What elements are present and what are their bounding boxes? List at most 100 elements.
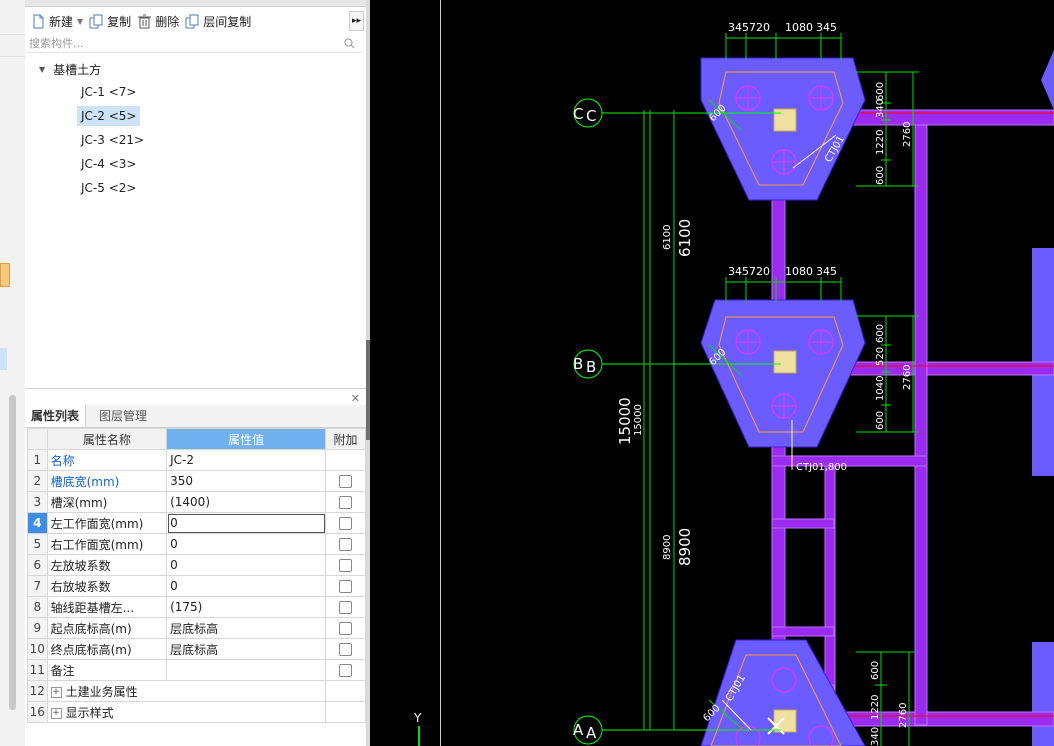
prop-extra [325, 533, 366, 555]
header-value: 属性值 [166, 428, 327, 450]
expand-plus-icon[interactable]: + [50, 686, 62, 698]
table-row[interactable]: 2 槽底宽(mm) 350 [27, 470, 366, 492]
extra-checkbox[interactable] [339, 622, 353, 635]
beam-col-2[interactable] [914, 124, 928, 726]
search-icon[interactable] [344, 38, 355, 49]
prop-value[interactable] [166, 659, 327, 681]
prop-value-editor[interactable]: 0 [166, 512, 327, 534]
strip-selected-marker [0, 348, 7, 370]
prop-value[interactable]: 层底标高 [166, 638, 327, 660]
copy-button[interactable]: 复制 [89, 10, 131, 32]
row-number: 5 [27, 533, 48, 555]
tree-item[interactable]: JC-4 <3> [77, 154, 140, 174]
extra-checkbox[interactable] [339, 643, 353, 656]
prop-name: 右工作面宽(mm) [46, 533, 168, 555]
table-row[interactable]: 11 备注 [27, 659, 366, 681]
header-name: 属性名称 [46, 428, 168, 450]
canvas-margin [370, 0, 440, 746]
tab-layer-management[interactable]: 图层管理 [93, 405, 153, 427]
table-row[interactable]: 3 槽深(mm) (1400) [27, 491, 366, 513]
prop-group-label: 土建业务属性 [65, 684, 138, 699]
axis-label-b: B [586, 358, 596, 376]
floor-copy-button[interactable]: 层间复制 [185, 10, 251, 32]
tree-root[interactable]: ▼ 基槽土方 [39, 60, 101, 80]
row-number: 4 [27, 512, 48, 534]
expand-plus-icon[interactable]: + [50, 707, 62, 719]
tree-item[interactable]: JC-3 <21> [77, 130, 148, 150]
table-row[interactable]: 1 名称 JC-2 [27, 449, 366, 471]
beam-stub[interactable] [771, 518, 835, 529]
y-axis-label: Y [414, 711, 422, 725]
extra-checkbox[interactable] [339, 496, 353, 509]
table-row[interactable]: 8 轴线距基槽左... (175) [27, 596, 366, 618]
dim-span-ba-small: 8900 [662, 535, 673, 560]
prop-name: 起点底标高(m) [46, 617, 168, 639]
prop-group[interactable]: + 显示样式 [46, 701, 327, 723]
table-row[interactable]: 6 左放坡系数 0 [27, 554, 366, 576]
extra-checkbox[interactable] [339, 538, 353, 551]
dim-text: 600 [875, 324, 886, 343]
dim-text: 345 [728, 265, 749, 278]
tree-item-selected[interactable]: JC-2 <5> [77, 106, 141, 126]
dim-span-cb-small: 6100 [662, 225, 673, 250]
panel-splitter[interactable] [25, 388, 366, 389]
extra-checkbox[interactable] [339, 601, 353, 614]
new-file-icon [33, 14, 44, 28]
search-input[interactable]: 搜索构件... [27, 35, 361, 53]
prop-extra [325, 680, 366, 702]
new-button[interactable]: 新建 ▼ [31, 10, 83, 32]
delete-button[interactable]: 删除 [137, 10, 179, 32]
prop-value[interactable]: 350 [166, 470, 327, 492]
extra-checkbox[interactable] [339, 580, 353, 593]
dim-span-cb-large: 6100 [676, 219, 694, 257]
table-group-row[interactable]: 16 + 显示样式 [27, 701, 366, 723]
tree-item[interactable]: JC-5 <2> [77, 178, 140, 198]
prop-group[interactable]: + 土建业务属性 [46, 680, 327, 702]
extra-checkbox[interactable] [339, 559, 353, 572]
extra-checkbox[interactable] [339, 517, 353, 530]
dim-text: 1040 [875, 376, 886, 401]
component-toolbar: 新建 ▼ 复制 删除 层间复制 ▸▸ [25, 8, 366, 34]
table-row[interactable]: 9 起点底标高(m) 层底标高 [27, 617, 366, 639]
table-row[interactable]: 7 右放坡系数 0 [27, 575, 366, 597]
table-row-active[interactable]: 4 左工作面宽(mm) 0 [27, 512, 366, 534]
dim-text: 600 [875, 166, 886, 185]
axis-label-b: B [573, 355, 583, 373]
axis-label-c: C [586, 107, 596, 125]
trash-icon [138, 14, 152, 28]
row-number: 12 [27, 680, 48, 702]
pile-cap-right[interactable] [1032, 642, 1054, 746]
strip-tab[interactable] [0, 263, 10, 287]
prop-extra [325, 470, 366, 492]
extra-checkbox[interactable] [339, 475, 353, 488]
dim-text: 2760 [898, 703, 909, 728]
prop-value[interactable]: 0 [166, 575, 327, 597]
extra-checkbox[interactable] [339, 664, 353, 677]
delete-label: 删除 [155, 14, 180, 29]
axis-label-a: A [573, 721, 584, 739]
more-button[interactable]: ▸▸ [349, 11, 364, 31]
prop-value[interactable]: 0 [166, 533, 327, 555]
prop-value[interactable]: 层底标高 [166, 617, 327, 639]
table-group-row[interactable]: 12 + 土建业务属性 [27, 680, 366, 702]
tree-item[interactable]: JC-1 <7> [77, 82, 140, 102]
prop-value[interactable]: JC-2 [166, 449, 327, 471]
cad-canvas[interactable]: C C B B A A 15000 15000 6100 6100 8900 8… [441, 0, 1054, 746]
strip-scrollbar[interactable] [9, 395, 16, 710]
tree-expand-icon[interactable]: ▼ [39, 60, 45, 80]
prop-value[interactable]: 0 [166, 554, 327, 576]
close-icon[interactable]: ✕ [351, 392, 360, 405]
dim-text: 2760 [902, 122, 913, 147]
header-index [27, 428, 48, 450]
beam-stub[interactable] [771, 626, 835, 637]
pile-cap-right[interactable] [1041, 50, 1054, 110]
chevron-down-icon[interactable]: ▼ [77, 17, 83, 26]
table-row[interactable]: 5 右工作面宽(mm) 0 [27, 533, 366, 555]
dim-text: 600 [875, 82, 886, 101]
table-row[interactable]: 10 终点底标高(m) 层底标高 [27, 638, 366, 660]
prop-extra [325, 449, 366, 471]
prop-value[interactable]: (175) [166, 596, 327, 618]
tab-property-list[interactable]: 属性列表 [25, 405, 87, 427]
corner-dims: 600 600 600 [701, 103, 728, 724]
prop-value[interactable]: (1400) [166, 491, 327, 513]
